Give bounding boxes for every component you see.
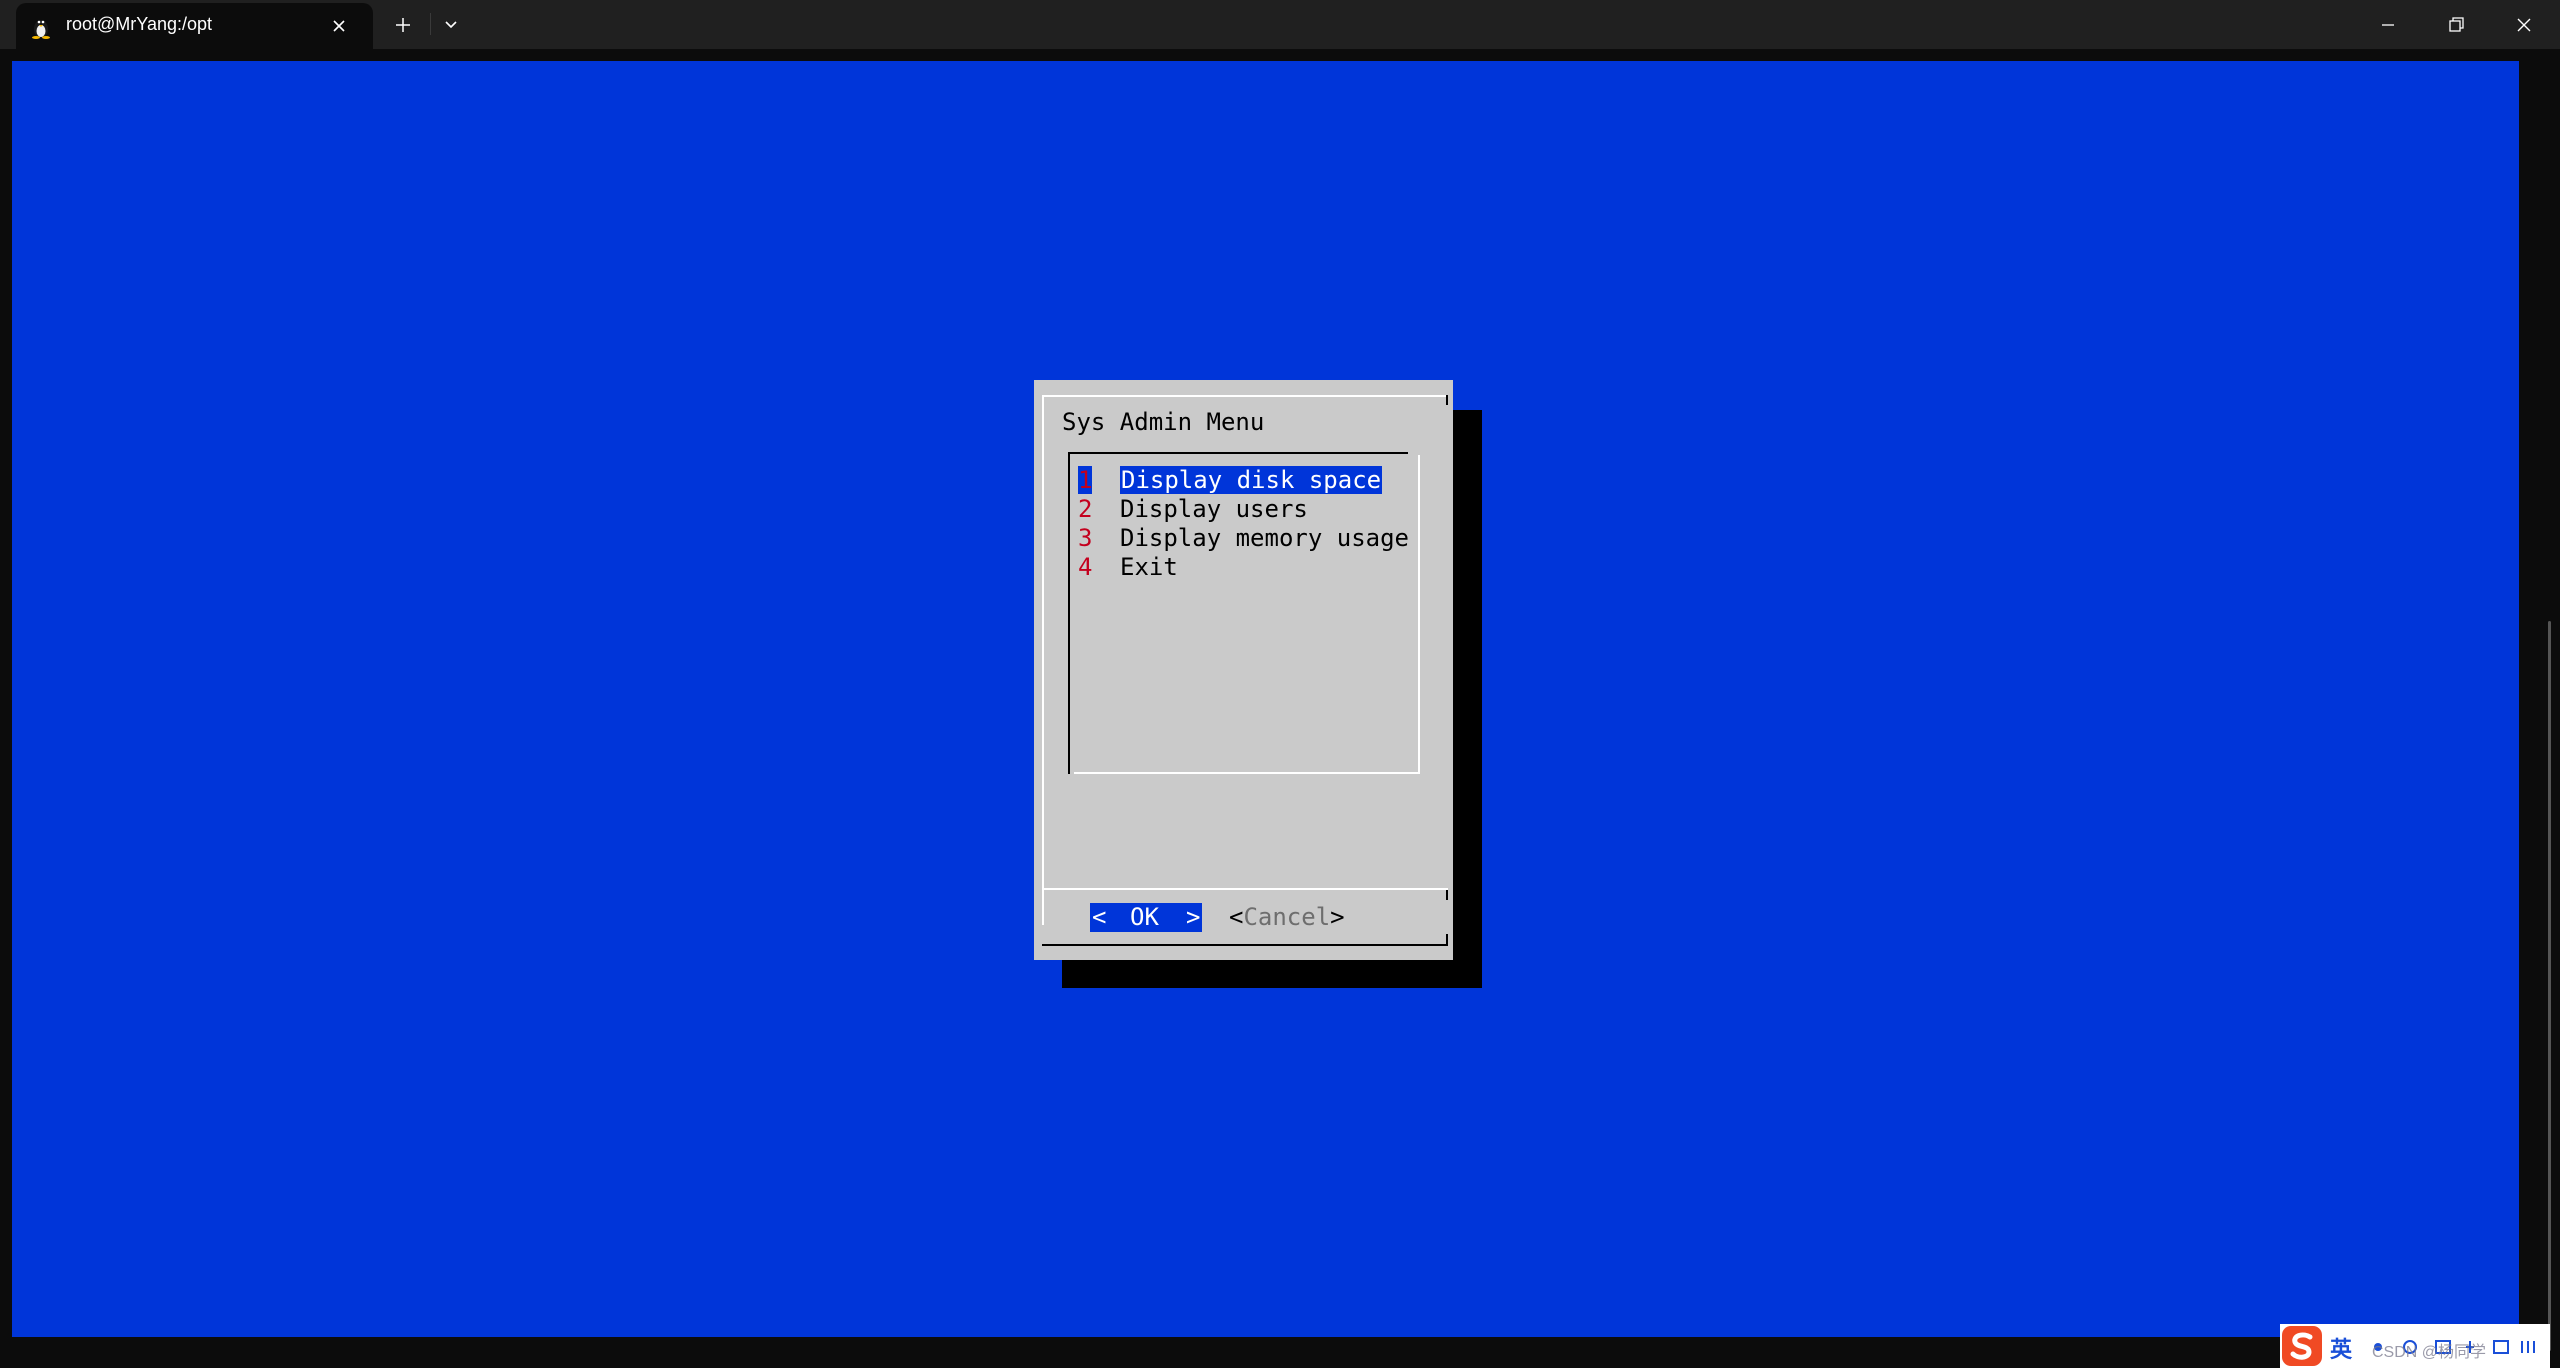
cancel-right-bracket: >	[1330, 903, 1345, 931]
minimize-button[interactable]	[2354, 0, 2422, 49]
linux-penguin-icon	[32, 20, 50, 39]
menu-item-label: Display users	[1120, 495, 1308, 523]
chevron-down-icon[interactable]	[436, 12, 466, 38]
frame-left	[1042, 395, 1044, 925]
ok-left-bracket: <	[1092, 903, 1107, 931]
terminal-tab[interactable]: root@MrYang:/opt	[16, 3, 373, 49]
frame-separator	[1044, 888, 1448, 890]
menu-list: 1 Display disk space 2 Display users 3 D…	[1068, 452, 1420, 774]
minimize-icon	[2382, 24, 2394, 26]
menu-item-label: Display memory usage	[1120, 524, 1409, 552]
ok-right-bracket: >	[1186, 903, 1201, 931]
maximize-icon	[2449, 17, 2464, 32]
maximize-button[interactable]	[2422, 0, 2490, 49]
ok-label: OK	[1130, 903, 1159, 931]
sogou-logo-icon[interactable]	[2280, 1324, 2324, 1368]
plus-icon[interactable]	[388, 12, 418, 38]
menu-frame-right	[1418, 455, 1420, 774]
tab-divider	[430, 13, 431, 35]
frame-right-bottom	[1446, 934, 1448, 946]
cancel-label: Cancel	[1243, 903, 1331, 931]
cancel-left-bracket: <	[1229, 903, 1244, 931]
menu-frame-bottom	[1074, 772, 1420, 774]
cancel-button[interactable]: <Cancel>	[1229, 903, 1345, 931]
tab-title: root@MrYang:/opt	[66, 14, 213, 34]
menu-item-disk-space[interactable]: 1 Display disk space	[1078, 466, 1383, 495]
dialog-title: Sys Admin Menu	[1062, 408, 1265, 436]
csdn-watermark: CSDN @杨同学	[2372, 1344, 2487, 1361]
ok-button[interactable]: < OK >	[1090, 903, 1202, 932]
menu-item-users[interactable]: 2 Display users	[1078, 495, 1308, 524]
close-icon	[2517, 18, 2531, 32]
menu-item-tag: 1	[1078, 466, 1093, 494]
menu-item-tag: 3	[1078, 524, 1093, 552]
menu-item-label: Exit	[1120, 553, 1178, 581]
menu-item-label: Display disk space	[1120, 466, 1383, 494]
menu-item-tag: 4	[1078, 553, 1093, 581]
close-window-button[interactable]	[2490, 0, 2558, 49]
frame-right-lower	[1446, 890, 1448, 900]
scrollbar-thumb[interactable]	[2548, 621, 2551, 1351]
menu-item-memory[interactable]: 3 Display memory usage	[1078, 524, 1409, 553]
menu-item-exit[interactable]: 4 Exit	[1078, 553, 1178, 582]
menu-frame-top	[1068, 452, 1408, 454]
close-icon[interactable]	[328, 15, 350, 37]
menu-frame-left	[1068, 452, 1070, 774]
button-row: < OK > <Cancel>	[1034, 900, 1453, 934]
ime-language-toggle[interactable]: 英	[2330, 1332, 2352, 1364]
menu-item-tag: 2	[1078, 495, 1093, 523]
title-bar: root@MrYang:/opt	[0, 0, 2560, 49]
frame-right	[1446, 395, 1448, 405]
sys-admin-dialog: Sys Admin Menu 1 Display disk space 2 Di…	[1034, 380, 1453, 960]
frame-top	[1042, 395, 1448, 397]
